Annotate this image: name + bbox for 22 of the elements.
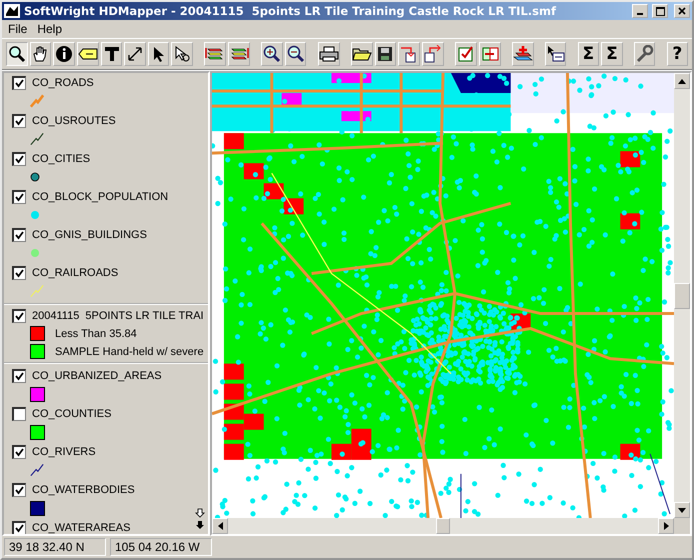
menu-item[interactable]: File bbox=[8, 22, 28, 36]
layer-name[interactable]: CO_BLOCK_POPULATION bbox=[32, 191, 168, 203]
layer-name[interactable]: CO_URBANIZED_AREAS bbox=[32, 370, 162, 382]
class-label: SAMPLE Hand-held w/ severe bbox=[55, 346, 204, 358]
toolbar-button[interactable]: Σ bbox=[578, 42, 600, 66]
status-panel: 39 18 32.40 N bbox=[4, 538, 106, 556]
layer-name[interactable]: CO_COUNTIES bbox=[32, 408, 112, 420]
layer-name[interactable]: CO_RIVERS bbox=[32, 446, 96, 458]
toolbar-button[interactable]: Σ bbox=[601, 42, 623, 66]
layer-name[interactable]: CO_WATERBODIES bbox=[32, 484, 135, 496]
layer-name[interactable]: CO_CITIES bbox=[32, 153, 90, 165]
class-label: Less Than 35.84 bbox=[55, 328, 137, 340]
layer-name[interactable]: CO_ROADS bbox=[32, 77, 94, 89]
layer-name[interactable]: CO_GNIS_BUILDINGS bbox=[32, 229, 147, 241]
menu-item[interactable]: Help bbox=[37, 22, 62, 36]
toolbar-button[interactable]: ? bbox=[666, 42, 688, 66]
layer-name[interactable]: CO_RAILROADS bbox=[32, 267, 118, 279]
layer-name[interactable]: CO_USROUTES bbox=[32, 115, 116, 127]
layer-name[interactable]: 20041115 5POINTS LR TILE TRAI bbox=[32, 310, 204, 322]
status-panel: 105 04 20.16 W bbox=[110, 538, 212, 556]
window-title: SoftWright HDMapper - 20041115 5points LR Tile Training Castle Rock LR TIL.smf bbox=[24, 4, 558, 18]
layer-name[interactable]: CO_WATERAREAS bbox=[32, 522, 130, 534]
